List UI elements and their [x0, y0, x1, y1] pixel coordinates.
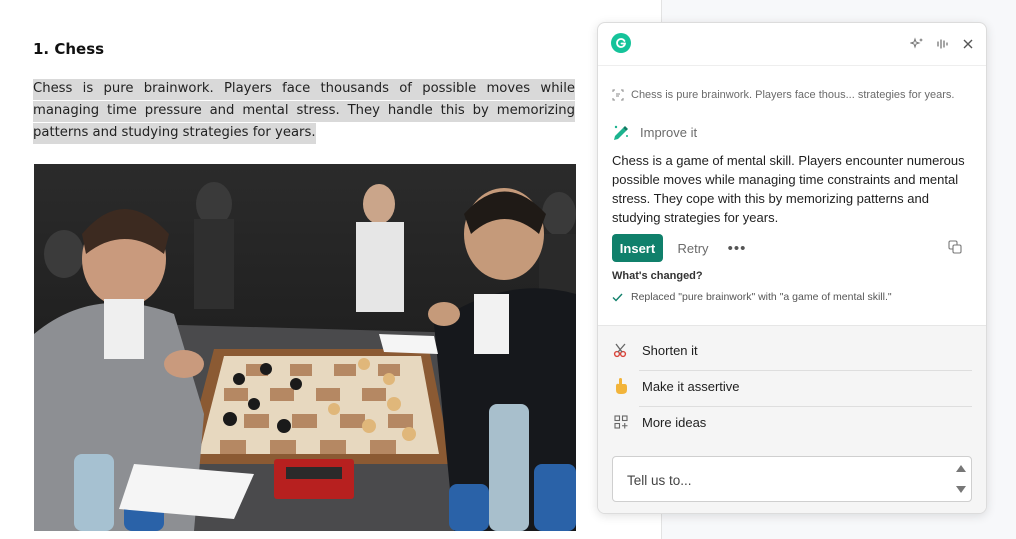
voice-icon[interactable] — [934, 35, 952, 53]
close-icon[interactable] — [959, 35, 977, 53]
pointing-hand-icon — [612, 377, 630, 395]
selection-quote: Chess is pure brainwork. Players face th… — [612, 89, 977, 101]
more-options-button[interactable]: ••• — [724, 234, 750, 262]
copy-icon[interactable] — [948, 240, 964, 256]
chess-match-photo — [34, 164, 576, 531]
chevron-down-icon[interactable] — [955, 484, 967, 494]
selected-paragraph[interactable]: Chess is pure brainwork. Players face th… — [33, 78, 575, 144]
grammarly-g-icon — [611, 33, 631, 53]
changes-heading: What's changed? — [612, 270, 703, 282]
panel-header — [598, 23, 986, 66]
text-selection-icon — [612, 89, 624, 101]
ai-assistant-panel: Chess is pure brainwork. Players face th… — [597, 22, 987, 514]
quote-text: Chess is pure brainwork. Players face th… — [631, 89, 955, 101]
checkmark-icon — [612, 293, 623, 302]
suggestion-text: Chess is a game of mental skill. Players… — [612, 153, 965, 225]
chevron-up-icon[interactable] — [955, 463, 967, 473]
make-assertive-label: Make it assertive — [642, 378, 740, 394]
prompt-input[interactable] — [625, 469, 949, 491]
change-item: Replaced "pure brainwork" with "a game o… — [612, 291, 892, 303]
actions-section: Shorten it Make it assertive More ideas — [598, 325, 986, 513]
grid-plus-icon — [612, 413, 630, 431]
scissors-icon — [612, 341, 630, 359]
prompt-box — [612, 456, 972, 502]
sparkle-icon[interactable] — [908, 35, 926, 53]
change-item-text: Replaced "pure brainwork" with "a game o… — [631, 291, 892, 303]
more-ideas-action[interactable]: More ideas — [612, 404, 972, 440]
shorten-it-action[interactable]: Shorten it — [612, 332, 972, 368]
mode-label: Improve it — [640, 124, 698, 140]
highlighted-text[interactable]: Chess is pure brainwork. Players face th… — [33, 79, 575, 144]
pencil-sparkle-icon — [612, 124, 630, 140]
more-ideas-label: More ideas — [642, 414, 707, 430]
make-assertive-action[interactable]: Make it assertive — [612, 368, 972, 404]
shorten-it-label: Shorten it — [642, 342, 698, 358]
document-editor: 1. Chess Chess is pure brainwork. Player… — [0, 0, 662, 539]
retry-button[interactable]: Retry — [670, 234, 716, 262]
section-heading: 1. Chess — [33, 40, 105, 58]
insert-button[interactable]: Insert — [612, 234, 663, 262]
mode-label-row: Improve it — [612, 124, 697, 140]
